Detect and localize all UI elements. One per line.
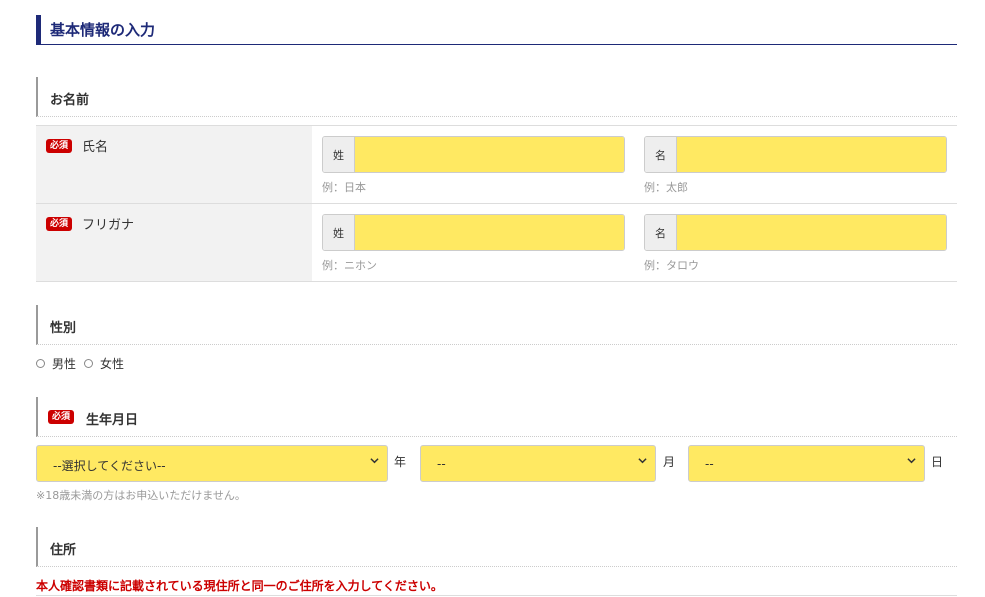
birth-year-select[interactable]: --選択してください-- <box>36 445 388 482</box>
first-name-example: 例：太郎 <box>644 181 688 194</box>
section-birthdate-header: 必須 生年月日 <box>36 397 957 437</box>
first-name-kana-input[interactable] <box>677 215 946 250</box>
gender-radio-group: 男性 女性 <box>36 355 132 372</box>
first-name-input[interactable] <box>677 137 946 172</box>
birthdate-row: --選択してください-- 年 -- 月 -- 日 <box>36 445 957 482</box>
month-unit: 月 <box>663 455 676 469</box>
gender-female-label: 女性 <box>100 357 125 371</box>
first-name-field: 名 例：太郎 <box>644 136 947 195</box>
divider <box>36 595 957 596</box>
required-badge: 必須 <box>46 217 73 231</box>
radio-female[interactable] <box>84 359 94 368</box>
name-label-cell: 必須 氏名 <box>36 126 312 203</box>
first-name-prefix: 名 <box>645 137 677 172</box>
birth-month-value: -- <box>437 457 446 471</box>
section-gender-title: 性別 <box>50 321 77 336</box>
page-title: 基本情報の入力 <box>50 21 156 39</box>
name-row-kana: 必須 フリガナ 姓 例：ニホン 名 例：タロウ <box>36 204 957 282</box>
day-unit: 日 <box>931 455 944 469</box>
last-name-kana-input[interactable] <box>355 215 624 250</box>
birth-day-select[interactable]: -- <box>688 445 925 482</box>
first-name-kana-prefix: 名 <box>645 215 677 250</box>
chevron-down-icon <box>907 458 916 464</box>
birth-month-select[interactable]: -- <box>420 445 656 482</box>
name-table: 必須 氏名 姓 例：日本 名 例：太郎 必須 フリガナ 姓 例：ニホン 名 例：… <box>36 125 957 282</box>
section-name-header: お名前 <box>36 77 957 117</box>
page-heading: 基本情報の入力 <box>36 15 957 45</box>
gender-male-label: 男性 <box>52 357 77 371</box>
birth-day-value: -- <box>705 457 714 471</box>
year-unit: 年 <box>394 455 407 469</box>
last-name-kana-example: 例：ニホン <box>322 259 377 272</box>
first-name-kana-field: 名 例：タロウ <box>644 214 947 273</box>
last-name-kana-prefix: 姓 <box>323 215 355 250</box>
section-name-title: お名前 <box>50 93 90 108</box>
chevron-down-icon <box>370 458 379 464</box>
section-address-title: 住所 <box>50 543 77 558</box>
required-badge: 必須 <box>46 139 73 153</box>
section-gender-header: 性別 <box>36 305 957 345</box>
gender-option-female[interactable]: 女性 <box>84 355 124 372</box>
address-notice: 本人確認書類に記載されている現住所と同一のご住所を入力してください。 <box>36 579 443 593</box>
last-name-field: 姓 例：日本 <box>322 136 625 195</box>
last-name-prefix: 姓 <box>323 137 355 172</box>
name-row-kanji: 必須 氏名 姓 例：日本 名 例：太郎 <box>36 126 957 204</box>
section-birthdate-title: 生年月日 <box>86 413 139 428</box>
last-name-example: 例：日本 <box>322 181 366 194</box>
name-label: 氏名 <box>82 140 109 155</box>
section-address-header: 住所 <box>36 527 957 567</box>
required-badge: 必須 <box>48 410 75 424</box>
kana-label: フリガナ <box>82 218 135 233</box>
last-name-input[interactable] <box>355 137 624 172</box>
birth-year-value: --選択してください-- <box>53 459 166 473</box>
first-name-kana-example: 例：タロウ <box>644 259 699 272</box>
gender-option-male[interactable]: 男性 <box>36 355 76 372</box>
last-name-kana-field: 姓 例：ニホン <box>322 214 625 273</box>
radio-male[interactable] <box>36 359 45 368</box>
chevron-down-icon <box>638 458 647 464</box>
birthdate-note: ※18歳未満の方はお申込いただけません。 <box>36 489 246 502</box>
kana-label-cell: 必須 フリガナ <box>36 204 312 281</box>
